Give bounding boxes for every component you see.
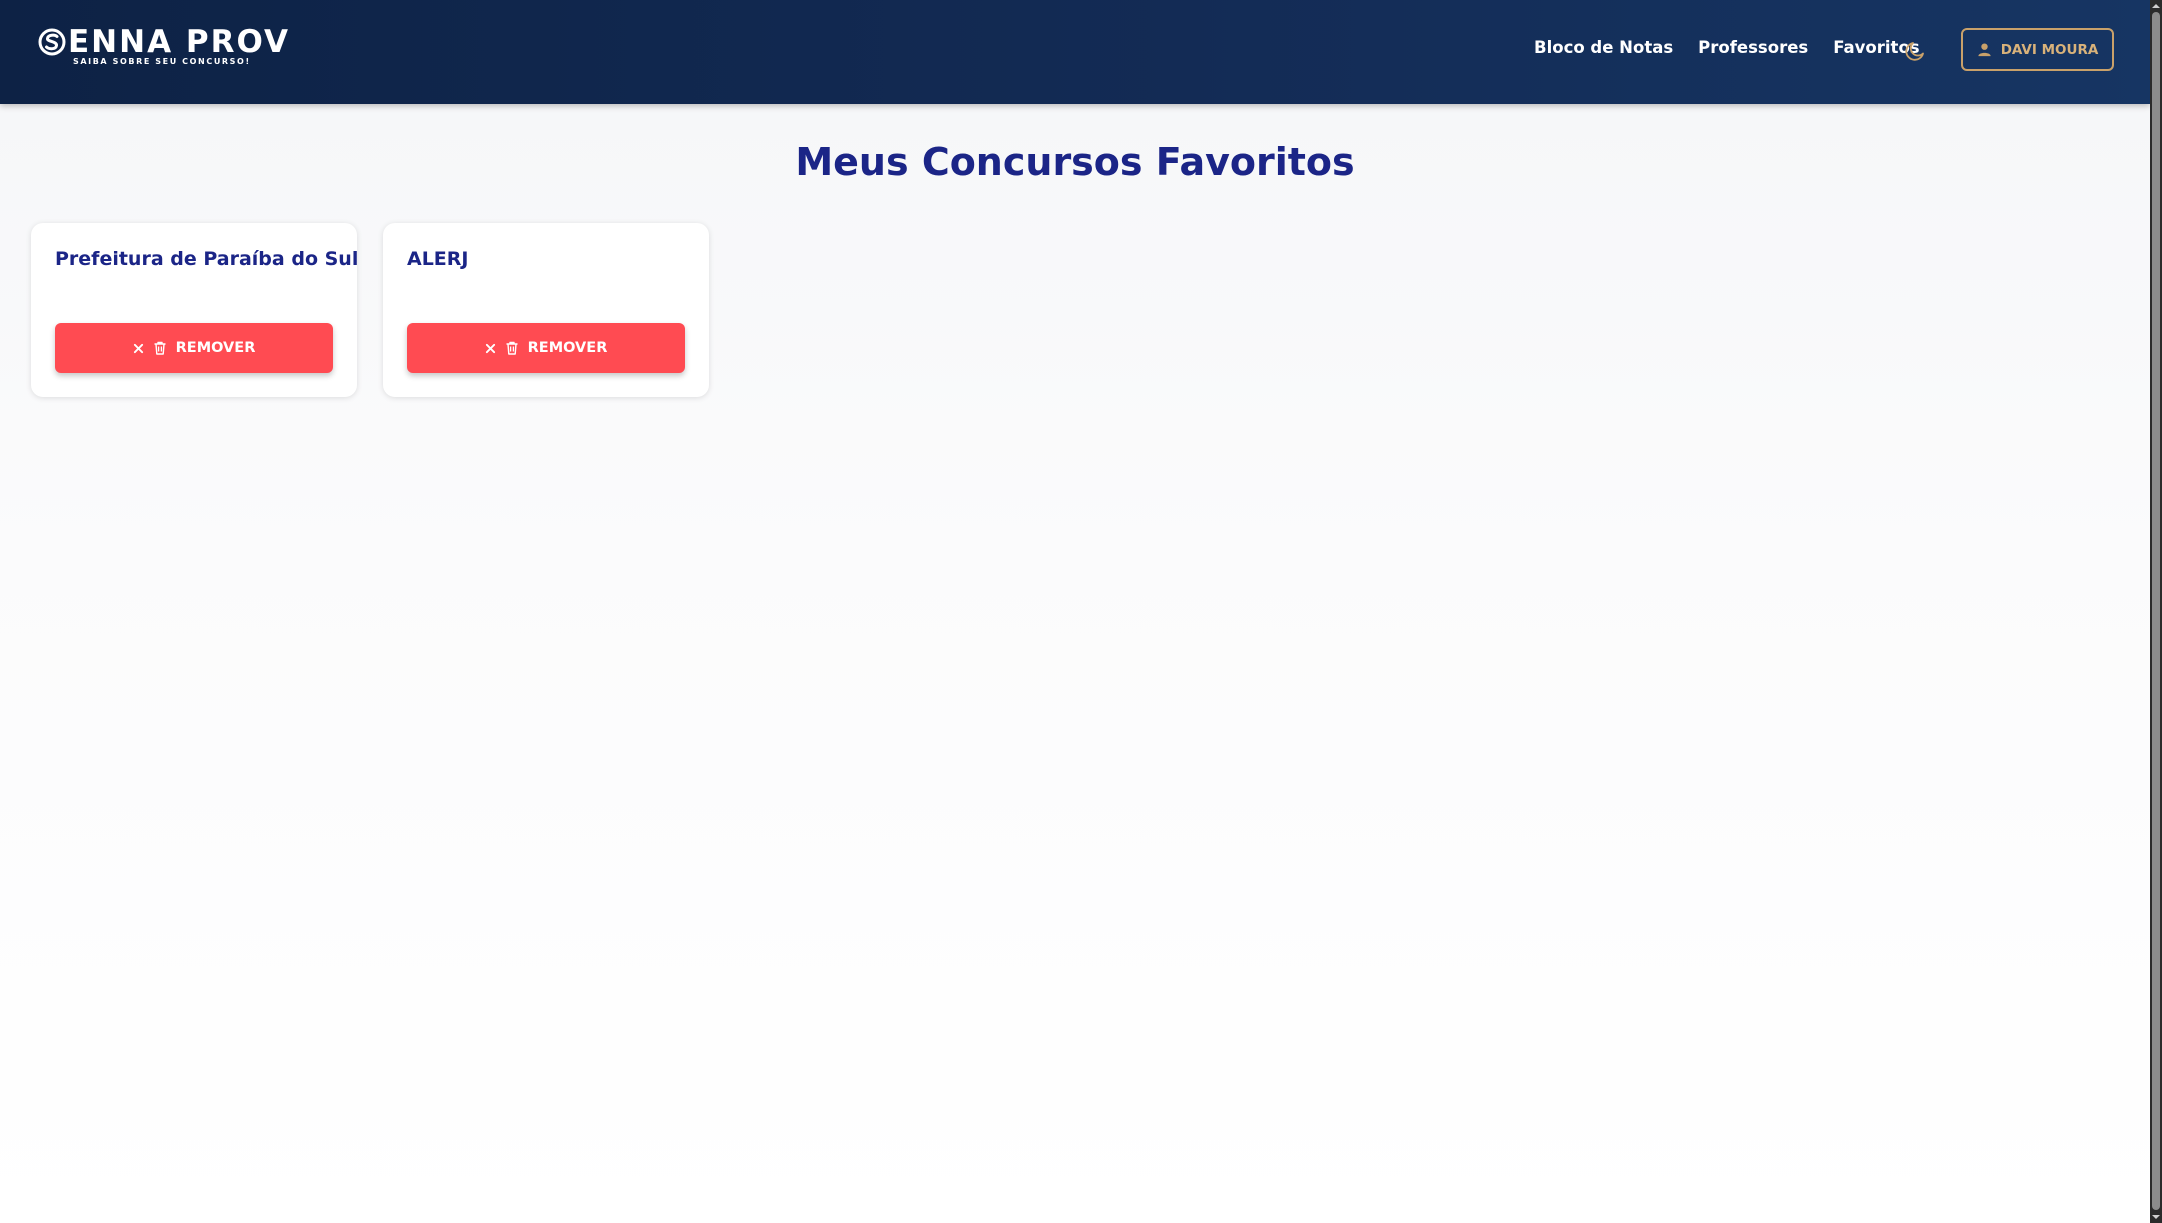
trash-icon xyxy=(154,341,166,355)
senna-prov-logo[interactable]: ENNA PROV SAIBA SOBRE SEU CONCURSO! xyxy=(38,24,288,72)
moon-icon xyxy=(1905,42,1924,61)
nav-link-professores[interactable]: Professores xyxy=(1698,38,1808,57)
favorite-card: ALERJ REMOVER xyxy=(383,223,709,397)
user-name: DAVI MOURA xyxy=(2000,41,2099,58)
main-nav: Bloco de Notas Professores Favoritos xyxy=(1534,38,1920,57)
scrollbar-thumb[interactable] xyxy=(2152,12,2160,1210)
remove-button-label: REMOVER xyxy=(527,340,608,356)
theme-toggle-button[interactable] xyxy=(1903,39,1927,63)
logo-s-icon xyxy=(38,28,66,56)
page-title: Meus Concursos Favoritos xyxy=(795,140,1355,184)
favorite-card-title: Prefeitura de Paraíba do Sul xyxy=(55,248,359,270)
logo-wordmark: ENNA PROV xyxy=(38,24,290,60)
scroll-down-icon[interactable] xyxy=(2150,1212,2162,1222)
close-icon xyxy=(485,343,495,353)
logo-name: ENNA PROV xyxy=(68,24,290,60)
close-icon xyxy=(133,343,143,353)
vertical-scrollbar[interactable] xyxy=(2150,0,2162,1223)
remove-favorite-button[interactable]: REMOVER xyxy=(55,323,333,373)
scroll-up-icon[interactable] xyxy=(2150,1,2162,11)
nav-link-bloco-de-notas[interactable]: Bloco de Notas xyxy=(1534,38,1673,57)
favorite-card-title: ALERJ xyxy=(407,248,469,270)
user-menu-button[interactable]: DAVI MOURA xyxy=(1961,28,2114,71)
remove-favorite-button[interactable]: REMOVER xyxy=(407,323,685,373)
logo-tagline: SAIBA SOBRE SEU CONCURSO! xyxy=(73,57,251,66)
top-navbar: ENNA PROV SAIBA SOBRE SEU CONCURSO! Bloc… xyxy=(0,0,2150,104)
favorite-card: Prefeitura de Paraíba do Sul REMOVER xyxy=(31,223,359,397)
remove-button-label: REMOVER xyxy=(175,340,256,356)
trash-icon xyxy=(506,341,518,355)
user-icon xyxy=(1978,43,1991,57)
